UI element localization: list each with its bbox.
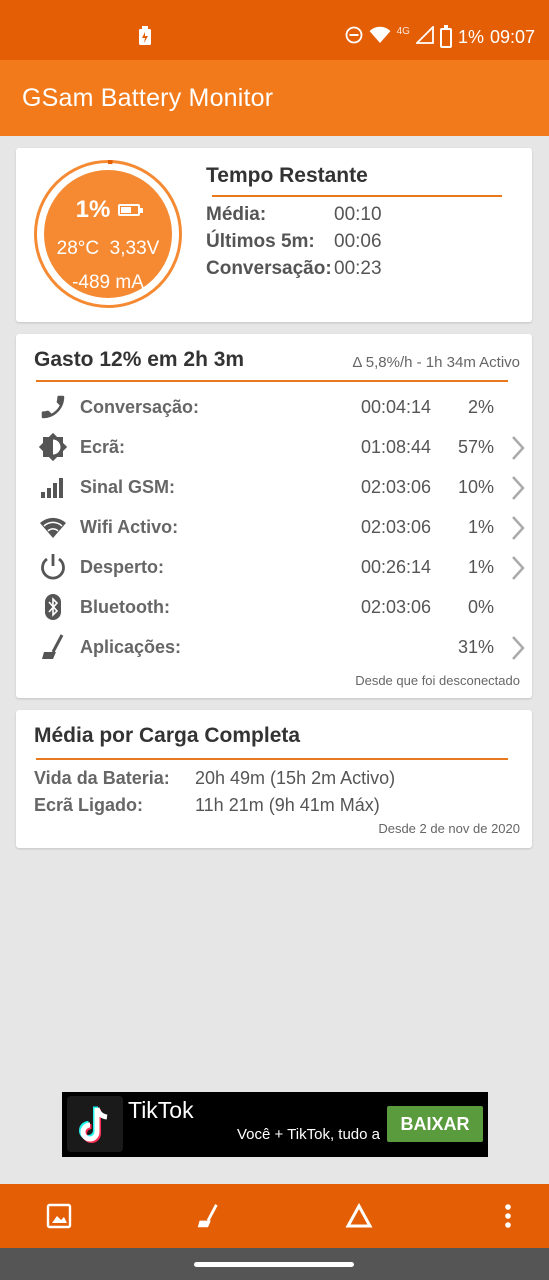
app-bar: GSam Battery Monitor — [0, 60, 549, 136]
chevron-right-icon[interactable] — [508, 634, 528, 662]
do-not-disturb-icon — [345, 26, 363, 49]
usage-percent: 2% — [467, 397, 494, 417]
usage-percent: 1% — [467, 557, 494, 577]
average-value: 20h 49m (15h 2m Activo) — [195, 768, 396, 788]
broom-icon[interactable] — [190, 1198, 226, 1234]
delta-icon[interactable] — [341, 1198, 377, 1234]
tiktok-logo-icon — [67, 1096, 123, 1152]
divider — [36, 758, 508, 760]
power-icon — [38, 552, 68, 582]
usage-label: Sinal GSM: — [80, 477, 176, 497]
usage-time: 00:26:14 — [361, 557, 432, 577]
ad-title: TikTok — [128, 1097, 194, 1123]
average-row-vida: Vida da Bateria: 20h 49m (15h 2m Activo) — [34, 768, 395, 789]
average-label: Vida da Bateria: — [34, 768, 170, 788]
usage-label: Wifi Activo: — [80, 517, 179, 537]
divider — [212, 195, 502, 197]
app-title: GSam Battery Monitor — [22, 84, 274, 112]
network-type: 4G — [396, 26, 410, 37]
battery-icon — [439, 24, 452, 48]
gauge-percent: 1% — [75, 196, 111, 223]
battery-gauge[interactable]: 1% 28°C 3,33V -489 mA — [34, 160, 182, 308]
average-label: Ecrã Ligado: — [34, 795, 144, 815]
average-footer: Desde 2 de nov de 2020 — [378, 821, 520, 836]
tempo-value: 00:10 — [334, 204, 382, 225]
average-title: Média por Carga Completa — [34, 724, 301, 747]
usage-row-desperto[interactable]: Desperto: 00:26:14 1% — [38, 548, 528, 588]
more-vert-icon[interactable] — [490, 1198, 526, 1234]
average-row-ecra: Ecrã Ligado: 11h 21m (9h 41m Máx) — [34, 795, 380, 816]
battery-summary-card[interactable]: 1% 28°C 3,33V -489 mA Tempo Restante Méd… — [16, 148, 532, 322]
usage-percent: 57% — [457, 437, 494, 457]
tempo-label: Média: — [206, 204, 267, 225]
usage-rate: Δ 5,8%/h - 1h 34m Activo — [352, 354, 520, 371]
battery-icon — [118, 204, 144, 216]
chevron-right-icon[interactable] — [508, 474, 528, 502]
usage-label: Bluetooth: — [80, 597, 170, 617]
bottom-toolbar — [0, 1184, 549, 1248]
battery-saver-icon — [138, 26, 152, 51]
usage-label: Ecrã: — [80, 437, 126, 457]
usage-row-sinal-gsm[interactable]: Sinal GSM: 02:03:06 10% — [38, 468, 528, 508]
average-card[interactable]: Média por Carga Completa Vida da Bateria… — [16, 710, 532, 848]
tempo-label: Últimos 5m: — [206, 231, 315, 252]
ad-banner[interactable]: TikTok Você + TikTok, tudo a BAIXAR — [62, 1092, 488, 1157]
tempo-value: 00:06 — [334, 231, 382, 252]
usage-label: Conversação: — [80, 397, 200, 417]
clock: 09:07 — [489, 27, 535, 47]
divider — [36, 380, 508, 382]
usage-row-bluetooth[interactable]: Bluetooth: 02:03:06 0% — [38, 588, 528, 628]
average-value: 11h 21m (9h 41m Máx) — [195, 795, 380, 815]
wifi-icon — [369, 26, 391, 49]
system-nav-bar — [0, 1248, 549, 1280]
usage-percent: 10% — [457, 477, 494, 497]
chevron-right-icon[interactable] — [508, 514, 528, 542]
bluetooth-icon — [38, 592, 68, 622]
battery-percent: 1% — [457, 27, 484, 47]
image-icon[interactable] — [41, 1198, 77, 1234]
tempo-label: Conversação: — [206, 258, 332, 279]
tempo-row-ultimos: Últimos 5m: 00:06 — [206, 231, 382, 253]
tempo-value: 00:23 — [334, 258, 382, 279]
usage-time: 02:03:06 — [361, 597, 432, 617]
usage-footer: Desde que foi desconectado — [355, 673, 520, 688]
usage-time: 02:03:06 — [361, 517, 432, 537]
usage-percent: 0% — [467, 597, 494, 617]
tempo-row-media: Média: 00:10 — [206, 204, 382, 226]
phone-icon — [38, 392, 68, 422]
ad-text: Você + TikTok, tudo a — [237, 1126, 381, 1143]
wifi-icon — [38, 512, 68, 542]
home-gesture-handle[interactable] — [194, 1262, 354, 1267]
usage-title: Gasto 12% em 2h 3m — [34, 348, 245, 371]
usage-percent: 31% — [457, 637, 494, 657]
usage-row-wifi[interactable]: Wifi Activo: 02:03:06 1% — [38, 508, 528, 548]
gauge-voltage: 3,33V — [109, 238, 160, 259]
usage-card[interactable]: Gasto 12% em 2h 3m Δ 5,8%/h - 1h 34m Act… — [16, 334, 532, 698]
gauge-current: -489 mA — [72, 272, 144, 293]
signal-bars-icon — [38, 472, 68, 502]
usage-time: 01:08:44 — [361, 437, 432, 457]
usage-row-aplicacoes[interactable]: Aplicações: 31% — [38, 628, 528, 668]
usage-label: Desperto: — [80, 557, 165, 577]
screen-brightness-icon — [38, 432, 68, 462]
status-bar: 4G 1% 09:07 — [0, 0, 549, 60]
usage-time: 02:03:06 — [361, 477, 432, 497]
chevron-right-icon[interactable] — [508, 554, 528, 582]
gauge-temperature: 28°C — [56, 238, 100, 259]
usage-time: 00:04:14 — [361, 397, 432, 417]
chevron-right-icon[interactable] — [508, 434, 528, 462]
ad-download-button[interactable]: BAIXAR — [387, 1106, 483, 1142]
usage-percent: 1% — [467, 517, 494, 537]
usage-row-ecra[interactable]: Ecrã: 01:08:44 57% — [38, 428, 528, 468]
gauge-temp-voltage: 28°C 3,33V — [44, 238, 172, 260]
usage-row-conversacao[interactable]: Conversação: 00:04:14 2% — [38, 388, 528, 428]
tempo-restante-title: Tempo Restante — [206, 164, 368, 187]
broom-icon — [38, 632, 68, 662]
usage-label: Aplicações: — [80, 637, 182, 657]
signal-icon — [414, 24, 434, 49]
tempo-row-conversacao: Conversação: 00:23 — [206, 258, 382, 280]
